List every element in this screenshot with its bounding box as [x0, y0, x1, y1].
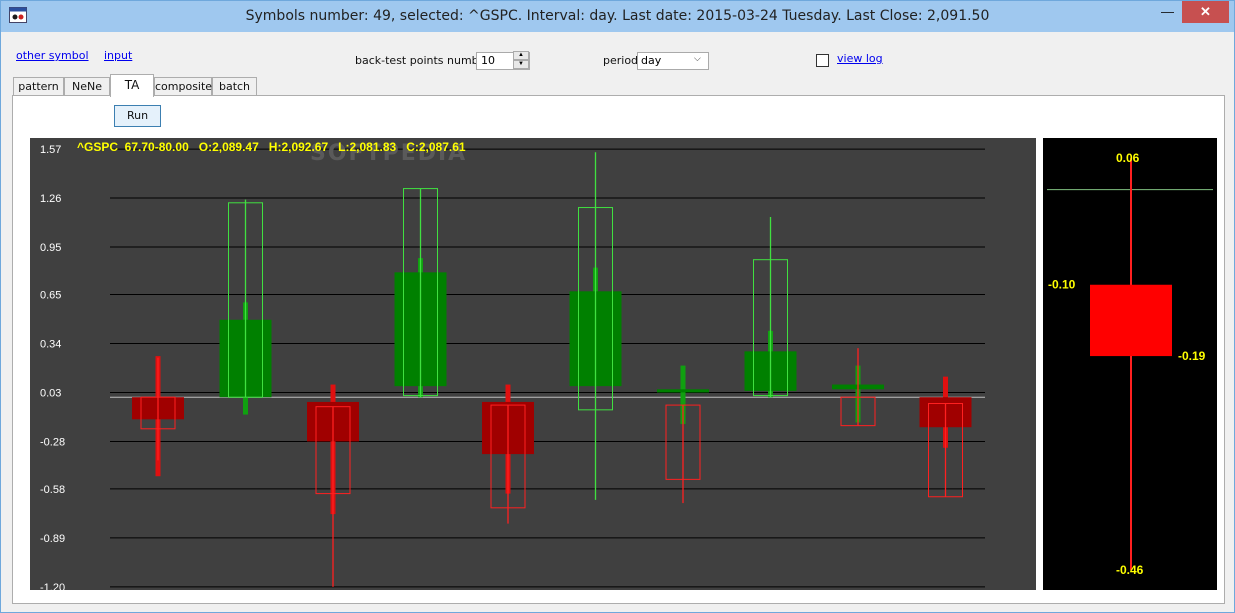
y-tick-label: -0.58 [40, 484, 65, 496]
window-title: Symbols number: 49, selected: ^GSPC. Int… [245, 8, 990, 24]
y-tick-label: 0.95 [40, 242, 61, 254]
close-button[interactable]: ✕ [1182, 1, 1229, 23]
candle-body [657, 389, 709, 393]
input-link[interactable]: input [104, 49, 132, 62]
tab-batch[interactable]: batch [212, 77, 257, 96]
backtest-label: back-test points number [355, 54, 490, 67]
view-log-checkbox[interactable] [816, 54, 829, 67]
chevron-down-icon: ⌵ [694, 53, 701, 63]
spin-down-arrow-icon[interactable]: ▼ [513, 60, 529, 69]
tab-pattern[interactable]: pattern [13, 77, 64, 96]
tab-nene[interactable]: NeNe [64, 77, 110, 96]
candlestick-chart[interactable]: 1.57 1.26 0.95 0.65 0.34 0.03 -0.28 -0.58 -0.89 -… [30, 138, 1036, 590]
title-bar[interactable]: Symbols number: 49, selected: ^GSPC. Int… [1, 1, 1234, 32]
tab-composite[interactable]: composite [154, 77, 212, 96]
view-log-link[interactable]: view log [837, 52, 883, 65]
y-tick-label: 0.34 [40, 338, 61, 350]
other-symbol-link[interactable]: other symbol [16, 49, 89, 62]
low-label: -0.46 [1116, 563, 1144, 577]
y-tick-label: 1.57 [40, 144, 61, 156]
y-tick-label: -1.20 [40, 582, 65, 590]
ta-tab-panel: Run 1.57 1.26 0.95 0.65 0.34 0.03 -0.28 -0.58 -0… [12, 95, 1225, 604]
y-tick-label: 1.26 [40, 193, 61, 205]
run-button[interactable]: Run [114, 105, 161, 127]
chart-header: ^GSPC 67.70-80.00 O:2,089.47 H:2,092.67 … [77, 140, 466, 154]
y-tick-label: 0.65 [40, 289, 61, 301]
client-area: other symbol input back-test points numb… [8, 32, 1229, 607]
period-label: period [603, 54, 639, 67]
side-candle-body [1090, 284, 1172, 357]
tab-ta[interactable]: TA [110, 74, 154, 97]
app-window: Symbols number: 49, selected: ^GSPC. Int… [0, 0, 1235, 613]
y-tick-label: 0.03 [40, 387, 61, 399]
close-label: -0.19 [1178, 349, 1206, 363]
high-label: 0.06 [1116, 151, 1140, 165]
spin-up-arrow-icon[interactable]: ▲ [513, 51, 529, 60]
y-tick-label: -0.28 [40, 436, 65, 448]
chart-background [30, 138, 1036, 590]
minimize-button[interactable]: — [1153, 1, 1182, 23]
selected-candle-chart: 0.06 -0.10 -0.19 -0.46 [1043, 138, 1217, 590]
open-label: -0.10 [1048, 278, 1076, 292]
y-tick-label: -0.89 [40, 533, 65, 545]
